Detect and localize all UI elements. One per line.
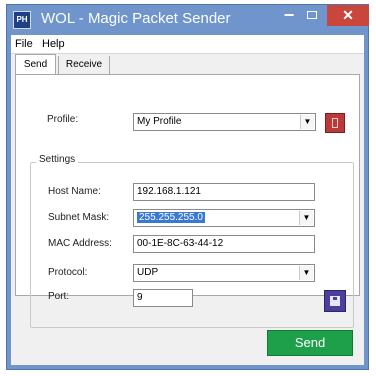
protocol-label: Protocol: <box>48 267 88 278</box>
subnet-mask-label: Subnet Mask: <box>48 212 110 223</box>
title-bar[interactable]: PH WOL - Magic Packet Sender − ✕ <box>7 4 369 35</box>
mac-address-field[interactable]: 00-1E-8C-63-44-12 <box>133 235 315 253</box>
maximize-icon <box>307 11 317 19</box>
chevron-down-icon: ▼ <box>300 115 314 129</box>
settings-group-title: Settings <box>36 154 79 165</box>
mac-address-label: MAC Address: <box>48 238 112 249</box>
host-name-label: Host Name: <box>48 186 101 197</box>
menu-file[interactable]: File <box>15 38 33 50</box>
delete-profile-button[interactable] <box>325 113 345 133</box>
tab-send[interactable]: Send <box>15 54 56 74</box>
profile-value: My Profile <box>137 116 182 127</box>
chevron-down-icon: ▼ <box>299 266 313 280</box>
chevron-down-icon: ▼ <box>299 211 313 225</box>
profile-dropdown[interactable]: My Profile ▼ <box>133 113 316 131</box>
close-button[interactable]: ✕ <box>327 5 369 26</box>
window-title: WOL - Magic Packet Sender <box>41 10 231 27</box>
host-name-field[interactable]: 192.168.1.121 <box>133 183 315 201</box>
save-profile-button[interactable] <box>324 290 346 312</box>
send-button[interactable]: Send <box>267 330 353 356</box>
protocol-value: UDP <box>137 267 159 278</box>
menu-help[interactable]: Help <box>42 38 65 50</box>
menu-bar: File Help <box>11 35 364 54</box>
profile-label: Profile: <box>47 114 79 125</box>
protocol-dropdown[interactable]: UDP ▼ <box>133 264 315 282</box>
tab-receive[interactable]: Receive <box>58 56 110 74</box>
subnet-mask-dropdown[interactable]: 255.255.255.0 ▼ <box>133 209 315 227</box>
port-field[interactable]: 9 <box>133 289 193 307</box>
port-label: Port: <box>48 291 70 302</box>
minimize-button[interactable]: − <box>277 4 301 26</box>
delete-profile-icon <box>332 118 338 128</box>
subnet-mask-value: 255.255.255.0 <box>137 212 205 223</box>
app-icon: PH <box>13 11 31 29</box>
maximize-button[interactable] <box>301 5 325 27</box>
